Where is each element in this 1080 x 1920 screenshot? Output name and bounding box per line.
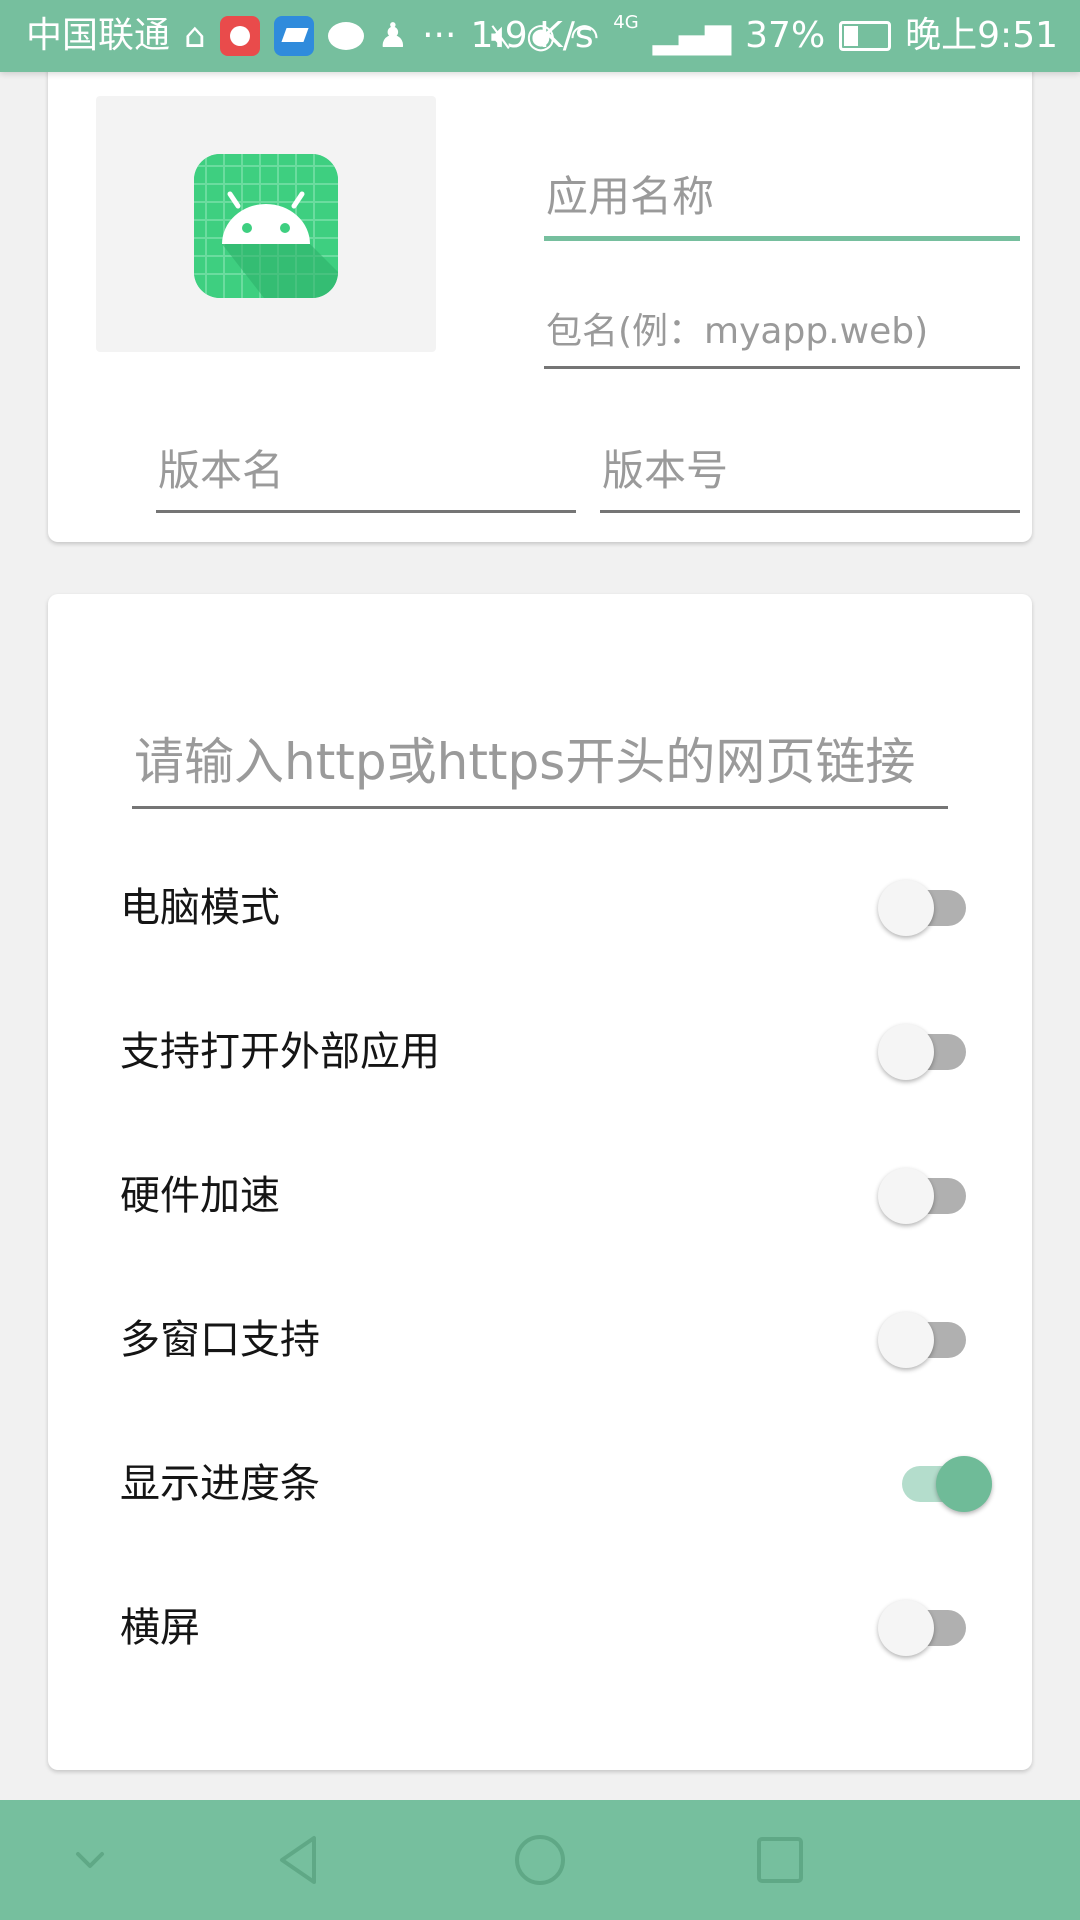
- wifi-icon: ◠: [569, 16, 600, 56]
- navigation-bar: [0, 1800, 1080, 1920]
- multi-window-switch[interactable]: [878, 1312, 978, 1368]
- chat-icon: [327, 22, 364, 50]
- clock: 晚上9:51: [905, 15, 1058, 56]
- open-external-apps-switch[interactable]: [878, 1024, 978, 1080]
- battery-icon: [839, 21, 892, 51]
- network-type: 4G: [613, 12, 639, 33]
- version-name-input[interactable]: 版本名: [156, 420, 576, 513]
- option-label: 多窗口支持: [120, 1317, 320, 1363]
- more-notifications: ···: [422, 15, 457, 56]
- home-icon[interactable]: [480, 1800, 600, 1920]
- version-name-placeholder: 版本名: [158, 446, 285, 495]
- option-label: 电脑模式: [120, 885, 280, 931]
- battery-percent: 37%: [745, 15, 826, 56]
- app-name-input[interactable]: 应用名称: [544, 140, 1020, 241]
- signal-icon: ▂▄▆: [652, 16, 732, 56]
- option-row-desktop-mode[interactable]: 电脑模式: [48, 858, 1032, 958]
- app-info-card: 应用名称 包名(例：myapp.web) 版本名 版本号: [48, 40, 1032, 542]
- messaging-app-icon: [273, 16, 314, 56]
- option-row-landscape[interactable]: 横屏: [48, 1578, 1032, 1678]
- url-placeholder: 请输入http或https开头的网页链接: [134, 733, 916, 791]
- android-app-icon: [194, 154, 338, 298]
- back-icon[interactable]: [240, 1800, 360, 1920]
- option-row-multi-window[interactable]: 多窗口支持: [48, 1290, 1032, 1390]
- collapse-icon[interactable]: [30, 1800, 150, 1920]
- app-icon-picker[interactable]: [96, 96, 436, 352]
- version-code-placeholder: 版本号: [602, 446, 729, 495]
- qq-icon: ♟: [377, 16, 409, 56]
- option-row-open-external-apps[interactable]: 支持打开外部应用: [48, 1002, 1032, 1102]
- landscape-switch[interactable]: [878, 1600, 978, 1656]
- status-bar: 中国联通 ⌂ ♟ ··· 1.9 K/s 🔇︎ ◉ ◠ 4G ▂▄▆ 37% 晚…: [0, 0, 1080, 72]
- option-label: 显示进度条: [120, 1461, 320, 1507]
- option-row-show-progress[interactable]: 显示进度条: [48, 1434, 1032, 1534]
- hardware-acceleration-switch[interactable]: [878, 1168, 978, 1224]
- option-row-hardware-acceleration[interactable]: 硬件加速: [48, 1146, 1032, 1246]
- eye-comfort-icon: ◉: [525, 16, 556, 56]
- mute-icon: 🔇︎: [490, 16, 512, 56]
- option-label: 硬件加速: [120, 1173, 280, 1219]
- hotspot-icon: ⌂: [184, 16, 206, 56]
- url-input[interactable]: 请输入http或https开头的网页链接: [132, 706, 948, 809]
- carrier-label: 中国联通: [26, 15, 171, 56]
- show-progress-switch[interactable]: [878, 1456, 992, 1512]
- option-label: 支持打开外部应用: [120, 1029, 440, 1075]
- status-bar-right: 🔇︎ ◉ ◠ 4G ▂▄▆ 37% 晚上9:51: [491, 0, 1058, 72]
- recents-icon[interactable]: [720, 1800, 840, 1920]
- package-name-input[interactable]: 包名(例：myapp.web): [544, 290, 1020, 369]
- option-label: 横屏: [120, 1605, 200, 1651]
- video-app-icon: [219, 16, 260, 56]
- package-name-placeholder: 包名(例：myapp.web): [546, 311, 929, 352]
- app-name-placeholder: 应用名称: [546, 172, 715, 221]
- version-code-input[interactable]: 版本号: [600, 420, 1020, 513]
- desktop-mode-switch[interactable]: [878, 880, 978, 936]
